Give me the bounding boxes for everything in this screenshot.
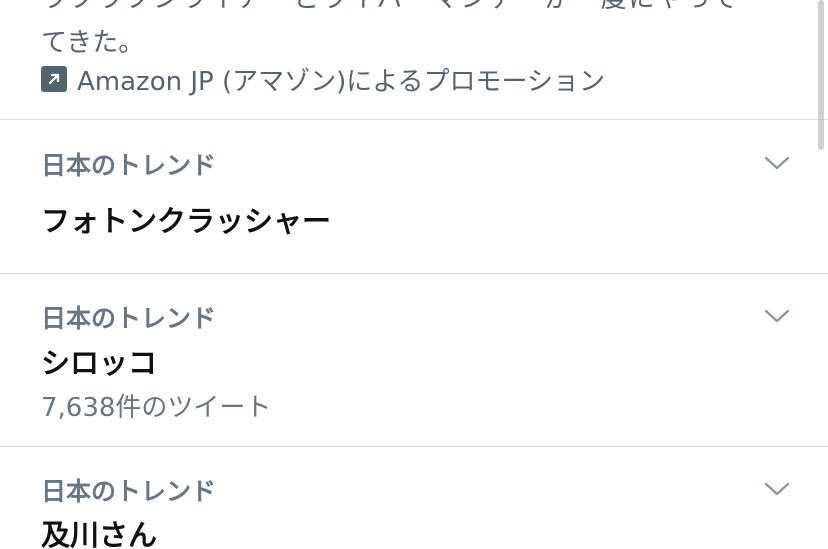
trend-context: 日本のトレンド bbox=[41, 477, 217, 506]
trends-feed: ラブラブシライア・とライバーマンデーが一度にやって てきた。 Amazon JP… bbox=[0, 0, 828, 549]
trend-name[interactable]: 及川さん bbox=[41, 512, 157, 549]
trend-context: 日本のトレンド bbox=[41, 151, 217, 180]
scrollbar[interactable] bbox=[818, 0, 824, 150]
chevron-down-icon[interactable] bbox=[764, 481, 790, 497]
promoted-tweet-text-line1: ラブラブシライア・とライバーマンデーが一度にやって bbox=[41, 0, 739, 15]
trend-tweet-count: 7,638件のツイート bbox=[41, 393, 272, 423]
trend-item[interactable]: 日本のトレンド 及川さん bbox=[0, 447, 828, 549]
promoted-by-label: Amazon JP (アマゾン)によるプロモーション bbox=[77, 66, 605, 97]
trend-item[interactable]: 日本のトレンド フォトンクラッシャー bbox=[0, 121, 828, 274]
trend-item[interactable]: 日本のトレンド シロッコ 7,638件のツイート bbox=[0, 274, 828, 447]
trend-context: 日本のトレンド bbox=[41, 304, 217, 333]
promoted-by-row[interactable]: Amazon JP (アマゾン)によるプロモーション bbox=[41, 63, 605, 97]
trend-name[interactable]: シロッコ bbox=[41, 340, 157, 382]
promoted-tweet[interactable]: ラブラブシライア・とライバーマンデーが一度にやって てきた。 Amazon JP… bbox=[0, 0, 828, 120]
chevron-down-icon[interactable] bbox=[764, 308, 790, 324]
chevron-down-icon[interactable] bbox=[764, 155, 790, 171]
trend-name[interactable]: フォトンクラッシャー bbox=[41, 198, 331, 240]
promoted-tweet-text-line2: てきた。 bbox=[41, 28, 145, 58]
promoted-arrow-icon bbox=[41, 66, 67, 92]
